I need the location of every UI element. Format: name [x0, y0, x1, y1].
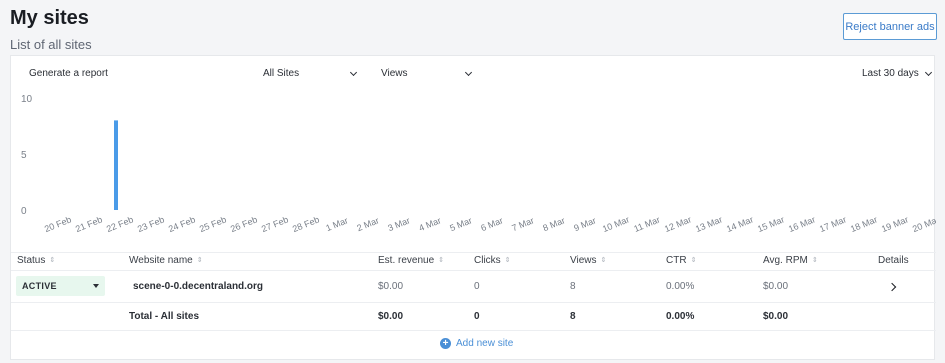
metric-filter-dropdown[interactable]: Views — [381, 68, 473, 79]
column-header-label: Avg. RPM — [763, 255, 808, 266]
x-tick-label: 27 Feb — [260, 214, 290, 234]
chevron-right-icon[interactable] — [887, 282, 897, 292]
column-header-ctr[interactable]: CTR ⇕ — [666, 255, 696, 266]
sort-icon: ⇕ — [811, 257, 818, 264]
sort-icon: ⇕ — [196, 257, 203, 264]
x-tick-label: 12 Mar — [663, 214, 693, 234]
status-dropdown[interactable]: ACTIVE — [16, 276, 105, 296]
chevron-down-icon — [464, 68, 473, 76]
add-new-site-button[interactable]: + Add new site — [440, 338, 513, 349]
x-tick-label: 6 Mar — [479, 215, 504, 233]
total-views: 8 — [570, 311, 576, 322]
total-label: Total - All sites — [129, 311, 200, 322]
row-divider — [11, 330, 936, 331]
reject-banner-ads-button[interactable]: Reject banner ads — [843, 13, 937, 40]
x-tick-label: 17 Mar — [818, 214, 848, 234]
page-subtitle: List of all sites — [10, 37, 92, 52]
x-tick-label: 24 Feb — [167, 214, 197, 234]
x-tick-label: 28 Feb — [291, 214, 321, 234]
x-tick-label: 10 Mar — [601, 214, 631, 234]
x-tick-label: 16 Mar — [787, 214, 817, 234]
x-tick-label: 19 Mar — [880, 214, 910, 234]
plus-circle-icon: + — [440, 338, 451, 349]
x-tick-label: 25 Feb — [198, 214, 228, 234]
column-header-clicks[interactable]: Clicks ⇕ — [474, 255, 511, 266]
chevron-down-icon — [924, 68, 932, 76]
column-header-label: Details — [878, 255, 909, 266]
x-tick-label: 8 Mar — [541, 215, 566, 233]
x-tick-label: 18 Mar — [849, 214, 879, 234]
date-range-value: Last 30 days — [862, 68, 919, 79]
row-revenue: $0.00 — [378, 281, 404, 292]
site-filter-value: All Sites — [263, 68, 300, 79]
x-tick-label: 26 Feb — [229, 214, 259, 234]
column-header-label: Views — [570, 255, 597, 266]
total-rpm: $0.00 — [763, 311, 789, 322]
column-header-views[interactable]: Views ⇕ — [570, 255, 606, 266]
column-header-revenue[interactable]: Est. revenue ⇕ — [378, 255, 444, 266]
sort-icon: ⇕ — [438, 257, 445, 264]
row-divider — [11, 302, 936, 303]
column-header-rpm[interactable]: Avg. RPM ⇕ — [763, 255, 818, 266]
x-tick-label: 23 Feb — [136, 214, 166, 234]
column-header-label: Est. revenue — [378, 255, 435, 266]
column-header-details: Details — [878, 255, 909, 266]
views-chart: 0 5 10 20 Feb 21 Feb 22 Feb 23 Feb 24 Feb 25 Feb… — [21, 94, 936, 234]
x-tick-label: 9 Mar — [572, 215, 597, 233]
x-tick-label: 21 Feb — [74, 214, 104, 234]
column-header-label: CTR — [666, 255, 687, 266]
page-title: My sites — [10, 7, 89, 29]
column-header-website-name[interactable]: Website name ⇕ — [129, 255, 203, 266]
status-label: ACTIVE — [22, 281, 57, 291]
date-range-dropdown[interactable]: Last 30 days — [862, 68, 932, 79]
website-name[interactable]: scene-0-0.decentraland.org — [133, 281, 263, 292]
x-tick-label: 7 Mar — [510, 215, 535, 233]
table-header: Status ⇕ Website name ⇕ Est. revenue ⇕ Clic… — [11, 252, 936, 270]
x-tick-label: 1 Mar — [324, 215, 349, 233]
x-tick-label: 15 Mar — [756, 214, 786, 234]
chevron-down-icon — [349, 68, 358, 76]
add-new-site-label: Add new site — [456, 338, 514, 349]
row-clicks: 0 — [474, 281, 480, 292]
column-header-label: Clicks — [474, 255, 501, 266]
x-tick-label: 20 Mar — [911, 214, 936, 234]
x-tick-label: 11 Mar — [632, 214, 661, 234]
row-views: 8 — [570, 281, 576, 292]
total-clicks: 0 — [474, 311, 480, 322]
x-tick-label: 13 Mar — [694, 214, 724, 234]
generate-report-label: Generate a report — [29, 68, 108, 79]
sort-icon: ⇕ — [690, 257, 697, 264]
column-header-label: Website name — [129, 255, 193, 266]
row-divider — [11, 270, 936, 271]
metric-filter-value: Views — [381, 68, 408, 79]
row-rpm: $0.00 — [763, 281, 789, 292]
column-header-label: Status — [17, 255, 46, 266]
row-ctr: 0.00% — [666, 281, 695, 292]
x-tick-label: 22 Feb — [105, 214, 135, 234]
x-tick-label: 5 Mar — [448, 215, 473, 233]
total-revenue: $0.00 — [378, 311, 404, 322]
chart-bar[interactable] — [114, 120, 118, 210]
column-header-status[interactable]: Status ⇕ — [17, 255, 55, 266]
x-tick-label: 2 Mar — [355, 215, 380, 233]
sites-panel: Generate a report All Sites Views Last 3… — [10, 55, 936, 360]
x-tick-label: 4 Mar — [417, 215, 442, 233]
total-ctr: 0.00% — [666, 311, 695, 322]
y-tick-label: 10 — [21, 94, 33, 105]
x-tick-label: 14 Mar — [725, 214, 755, 234]
x-tick-label: 3 Mar — [386, 215, 411, 233]
caret-down-icon — [93, 284, 99, 288]
sort-icon: ⇕ — [600, 257, 607, 264]
generate-report-button[interactable]: Generate a report — [29, 68, 108, 79]
site-filter-dropdown[interactable]: All Sites — [263, 68, 358, 79]
y-tick-label: 0 — [21, 206, 27, 217]
sort-icon: ⇕ — [504, 257, 511, 264]
x-tick-label: 20 Feb — [43, 214, 73, 234]
sort-icon: ⇕ — [49, 257, 56, 264]
y-tick-label: 5 — [21, 150, 27, 161]
